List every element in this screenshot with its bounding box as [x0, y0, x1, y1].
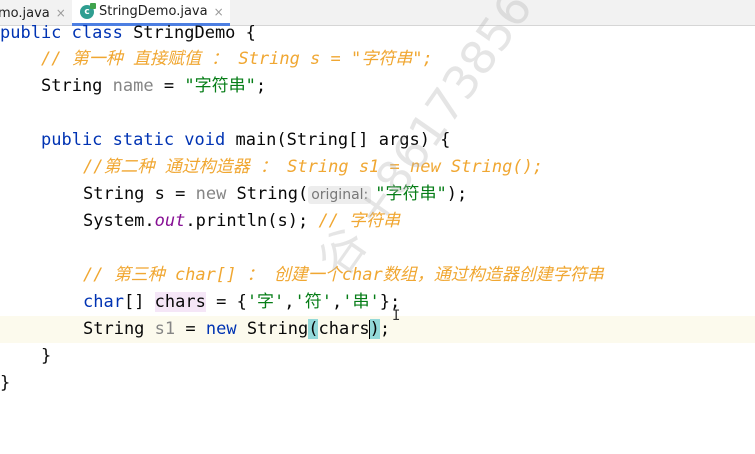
matched-paren-open: (: [308, 319, 319, 339]
code-editor[interactable]: public class StringDemo { // 第一种 直接赋值 ： …: [0, 23, 755, 454]
code-line-2: // 第一种 直接赋值 ： String s = "字符串";: [41, 49, 433, 69]
matched-paren-close: ): [369, 319, 380, 339]
code-line-13: }: [41, 346, 52, 366]
i-beam-cursor-icon: I: [392, 308, 401, 324]
code-line-14: }: [0, 373, 11, 393]
close-icon[interactable]: ×: [56, 6, 66, 20]
code-line-6: //第二种 通过构造器 ： String s1 = new String();: [83, 157, 544, 177]
code-line-8: System.out.println(s); // 字符串: [83, 211, 401, 231]
code-line-12: String s1 = new String(chars);: [83, 319, 391, 339]
code-line-1: public class StringDemo {: [0, 23, 256, 43]
java-class-icon: c: [80, 2, 96, 19]
tab-label: StringDemo.java: [99, 4, 208, 19]
parameter-hint: original:: [308, 186, 372, 204]
code-line-11: char[] chars = {'字','符','串'};: [83, 292, 401, 312]
code-line-5: public static void main(String[] args) {: [41, 130, 451, 150]
code-line-10: // 第三种 char[] ： 创建一个char数组，通过构造器创建字符串: [83, 265, 604, 285]
code-line-7: String s = new String(original: "字符串");: [83, 184, 468, 204]
code-line-3: String name = "字符串";: [41, 76, 267, 96]
close-icon[interactable]: ×: [214, 5, 224, 19]
tab-label: mo.java: [0, 5, 50, 21]
